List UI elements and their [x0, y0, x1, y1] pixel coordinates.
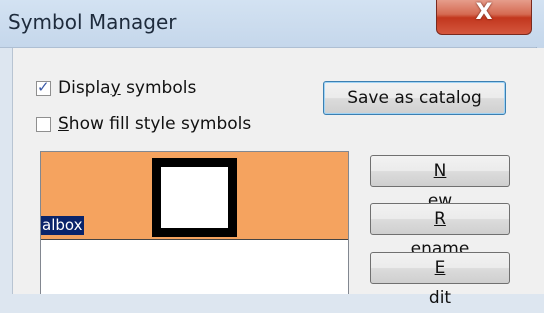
display-symbols-label: Display symbols	[58, 78, 197, 98]
display-symbols-option[interactable]: Display symbols	[36, 78, 196, 98]
edit-label: Edit	[428, 258, 452, 308]
new-button[interactable]: New	[370, 155, 510, 211]
symbol-preview	[152, 158, 237, 237]
symbol-list[interactable]: albox	[40, 151, 349, 294]
show-fill-style-checkbox[interactable]	[36, 116, 51, 132]
list-item[interactable]: albox	[41, 152, 348, 240]
close-button[interactable]: X	[436, 0, 532, 35]
show-fill-style-label: Show fill style symbols	[58, 114, 252, 134]
rename-button[interactable]: Rename	[370, 203, 510, 259]
edit-button[interactable]: Edit	[370, 252, 510, 308]
symbol-name: albox	[41, 216, 85, 235]
display-symbols-checkbox[interactable]	[36, 78, 51, 96]
save-as-catalog-button[interactable]: Save as catalog	[323, 81, 506, 115]
window-title: Symbol Manager	[8, 10, 177, 34]
save-as-catalog-label: Save as catalog	[347, 88, 482, 108]
title-bar: Symbol Manager X	[0, 0, 544, 48]
show-fill-style-option[interactable]: Show fill style symbols	[36, 114, 251, 134]
close-icon: X	[475, 0, 493, 25]
